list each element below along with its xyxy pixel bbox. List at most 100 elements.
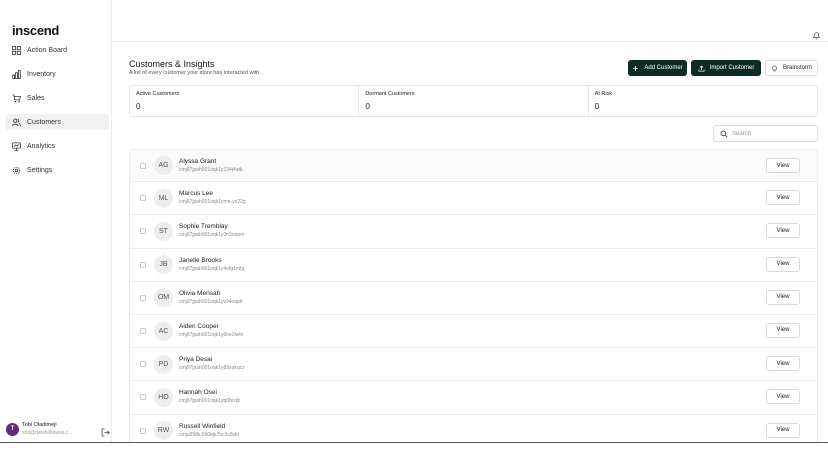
customer-avatar: OM	[154, 288, 173, 308]
table-row[interactable]: AC Aiden Cooper cmj97jpah001oqk1y6he2iwl…	[129, 314, 818, 349]
sidebar-item-label: Analytics	[27, 142, 56, 150]
customer-id: cmj97jpah001oqk1yv94oapit	[179, 298, 243, 305]
customer-name: Sophie Tremblay	[179, 223, 228, 231]
customer-name: Marcus Lee	[179, 190, 213, 198]
avatar: T	[6, 422, 19, 436]
customer-id: cmj97jpah001oqk1y134j4atb	[179, 166, 243, 173]
stat-at-risk: At Risk 0	[594, 91, 613, 111]
view-button[interactable]: View	[766, 289, 800, 305]
customer-id: cmju058tc000iqk7bc3c8xkr	[179, 431, 240, 438]
table-row[interactable]: OM Olivia Mensah cmj97jpah001oqk1yv94oap…	[129, 281, 818, 315]
sidebar-item-analytics[interactable]: Analytics	[5, 138, 109, 154]
sidebar-item-action-board[interactable]: Action Board	[5, 42, 109, 58]
gear-icon	[12, 166, 21, 175]
sidebar-item-customers[interactable]: Customers	[5, 114, 109, 130]
customer-id: cmj97jpah001oqk1y6he2iwlo	[179, 332, 244, 339]
customer-name: Hannah Osei	[179, 389, 217, 397]
customer-id: cmj97jpah001oqk1ymn-yo22g	[179, 199, 246, 206]
customer-id: cmj97jpah001oqk1y4efg1mtg	[179, 265, 245, 272]
customer-avatar: ST	[154, 221, 173, 241]
customer-name: Alyssa Grant	[179, 157, 217, 165]
view-button[interactable]: View	[766, 223, 800, 239]
search-input[interactable]	[732, 130, 812, 137]
grid-icon	[12, 45, 21, 55]
sidebar-item-label: Settings	[27, 166, 53, 174]
customer-avatar: PD	[154, 354, 173, 374]
table-row[interactable]: AG Alyssa Grant cmj97jpah001oqk1y134j4at…	[129, 149, 818, 183]
view-button[interactable]: View	[766, 158, 800, 173]
view-button[interactable]: View	[766, 422, 800, 438]
view-button[interactable]: View	[766, 190, 800, 206]
lightbulb-icon	[772, 65, 777, 71]
customer-avatar: JB	[154, 255, 173, 275]
customer-name: Janelle Brooks	[179, 256, 222, 264]
table-row[interactable]: PD Priya Desai cmj97jpah001oqk1y89xqkqcz…	[129, 348, 818, 382]
brainstorm-button[interactable]: Brainstorm	[765, 60, 818, 76]
sidebar-item-inventory[interactable]: Inventory	[5, 66, 109, 82]
search-icon	[720, 130, 728, 137]
customer-id: cmj97jpah001oqk1y3n3oopm	[179, 232, 245, 239]
bell-icon[interactable]	[812, 27, 821, 40]
sidebar-item-label: Inventory	[27, 70, 56, 78]
customer-name: Russell Winfield	[179, 422, 226, 430]
user-info: Tobi Oladimeji tobi@datafellowsai.c...	[22, 421, 94, 437]
user-profile[interactable]: T Tobi Oladimeji tobi@datafellowsai.c...	[6, 421, 110, 437]
customer-id: cmj97jpah001oqk1y89xqkqcz	[179, 365, 245, 372]
view-button[interactable]: View	[766, 256, 800, 272]
customer-list: AG Alyssa Grant cmj97jpah001oqk1y134j4at…	[129, 149, 818, 448]
plus-icon	[633, 65, 639, 71]
row-checkbox[interactable]	[140, 328, 146, 335]
stats-panel: Active Customers 0 Dormant Customers 0 A…	[129, 85, 818, 117]
app-window: inscend Action Board Inventory Sales Cus…	[0, 0, 828, 448]
sidebar: inscend Action Board Inventory Sales Cus…	[0, 0, 112, 442]
row-checkbox[interactable]	[140, 261, 146, 268]
customer-avatar: ML	[154, 188, 173, 208]
customer-avatar: AC	[154, 321, 173, 341]
table-row[interactable]: HO Hannah Osei cmj97jpah001oqk1yq6fexjlz…	[129, 381, 818, 415]
row-checkbox[interactable]	[140, 361, 146, 368]
user-email: tobi@datafellowsai.c...	[22, 430, 73, 436]
row-checkbox[interactable]	[140, 427, 146, 434]
row-checkbox[interactable]	[140, 294, 146, 301]
sidebar-item-label: Action Board	[27, 46, 68, 54]
users-icon	[12, 118, 21, 127]
page-subtitle: A list of every customer your store has …	[129, 70, 261, 76]
table-row[interactable]: ML Marcus Lee cmj97jpah001oqk1ymn-yo22g …	[129, 182, 818, 216]
window-bottom-edge	[0, 442, 828, 466]
topbar	[112, 0, 828, 42]
import-customer-button[interactable]: Import Customer	[691, 60, 761, 76]
customer-name: Priya Desai	[179, 356, 213, 364]
customer-name: Aiden Cooper	[179, 323, 219, 331]
page-title: Customers & Insights	[129, 59, 215, 69]
bar-chart-icon	[12, 69, 21, 79]
table-row[interactable]: ST Sophie Tremblay cmj97jpah001oqk1y3n3o…	[129, 215, 818, 249]
customer-avatar: AG	[154, 156, 173, 176]
user-name: Tobi Oladimeji	[22, 422, 57, 428]
sidebar-nav: Action Board Inventory Sales Customers A…	[5, 42, 109, 186]
main-content: Customers & Insights A list of every cus…	[112, 0, 828, 448]
brand-logo[interactable]: inscend	[12, 23, 59, 38]
row-checkbox[interactable]	[140, 394, 146, 401]
customer-name: Olivia Mensah	[179, 289, 221, 297]
customer-avatar: RW	[154, 421, 173, 441]
sidebar-item-settings[interactable]: Settings	[5, 162, 109, 178]
row-checkbox[interactable]	[140, 228, 146, 235]
upload-icon	[698, 65, 705, 72]
row-checkbox[interactable]	[140, 162, 146, 169]
customer-id: cmj97jpah001oqk1yq6fexjlz	[179, 398, 241, 405]
customer-avatar: HO	[154, 387, 173, 407]
cart-icon	[12, 93, 21, 103]
row-checkbox[interactable]	[140, 195, 146, 202]
view-button[interactable]: View	[766, 389, 800, 405]
sidebar-item-label: Sales	[27, 94, 45, 102]
view-button[interactable]: View	[766, 322, 800, 338]
add-customer-button[interactable]: Add Customer	[628, 60, 687, 76]
view-button[interactable]: View	[766, 356, 800, 372]
search-box[interactable]	[713, 125, 818, 142]
sidebar-item-label: Customers	[27, 118, 61, 126]
stat-active-customers: Active Customers 0	[130, 86, 360, 116]
stat-dormant-customers: Dormant Customers 0	[359, 86, 589, 116]
table-row[interactable]: JB Janelle Brooks cmj97jpah001oqk1y4efg1…	[129, 248, 818, 282]
sidebar-item-sales[interactable]: Sales	[5, 90, 109, 106]
logout-icon[interactable]	[101, 424, 110, 437]
